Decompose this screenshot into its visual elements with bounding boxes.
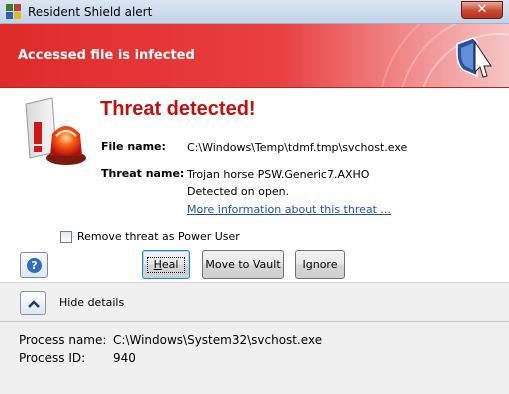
ignore-button[interactable]: Ignore xyxy=(295,250,345,279)
hide-details-button[interactable] xyxy=(20,291,46,315)
window-title: Resident Shield alert xyxy=(28,5,153,19)
threat-alarm-icon xyxy=(25,97,86,165)
heal-button[interactable]: Heal xyxy=(142,250,190,279)
move-to-vault-label: Move to Vault xyxy=(205,258,281,271)
threat-name-value: Trojan horse PSW.Generic7.AXHO xyxy=(187,168,370,181)
process-name-value: C:\Windows\System32\svchost.exe xyxy=(113,333,323,347)
remove-power-user-checkbox[interactable] xyxy=(60,230,72,243)
file-name-value: C:\Windows\Temp\tdmf.tmp\svchost.exe xyxy=(187,141,408,154)
title-bar[interactable]: Resident Shield alert ✕ xyxy=(0,0,509,24)
threat-heading: Threat detected! xyxy=(100,98,256,120)
help-icon: ? xyxy=(27,258,42,273)
move-to-vault-button[interactable]: Move to Vault xyxy=(202,250,284,279)
process-name-label: Process name: xyxy=(19,333,107,347)
alert-banner: Accessed file is infected xyxy=(0,24,509,88)
more-info-link[interactable]: More information about this threat ... xyxy=(187,203,391,216)
ignore-label: Ignore xyxy=(302,258,338,271)
detected-text: Detected on open. xyxy=(187,185,290,198)
help-button[interactable]: ? xyxy=(20,252,48,278)
remove-power-user-label: Remove threat as Power User xyxy=(77,230,240,243)
banner-title: Accessed file is infected xyxy=(18,48,195,63)
remove-power-user-option[interactable]: Remove threat as Power User xyxy=(60,230,240,243)
close-icon: ✕ xyxy=(476,2,488,17)
alert-main: Threat detected! File name: C:\Windows\T… xyxy=(0,88,509,282)
process-id-label: Process ID: xyxy=(19,351,86,365)
shield-logo-icon xyxy=(456,37,492,78)
close-button[interactable]: ✕ xyxy=(461,1,503,19)
app-icon xyxy=(6,4,22,20)
hide-details-label[interactable]: Hide details xyxy=(59,296,124,309)
file-name-label: File name: xyxy=(101,140,166,153)
threat-name-label: Threat name: xyxy=(101,167,185,180)
chevron-up-icon xyxy=(28,300,40,308)
process-id-value: 940 xyxy=(113,351,136,365)
details-panel: Process name: C:\Windows\System32\svchos… xyxy=(0,322,509,394)
heal-button-label: Heal xyxy=(146,257,186,273)
details-toggle-bar: Hide details xyxy=(0,282,509,322)
